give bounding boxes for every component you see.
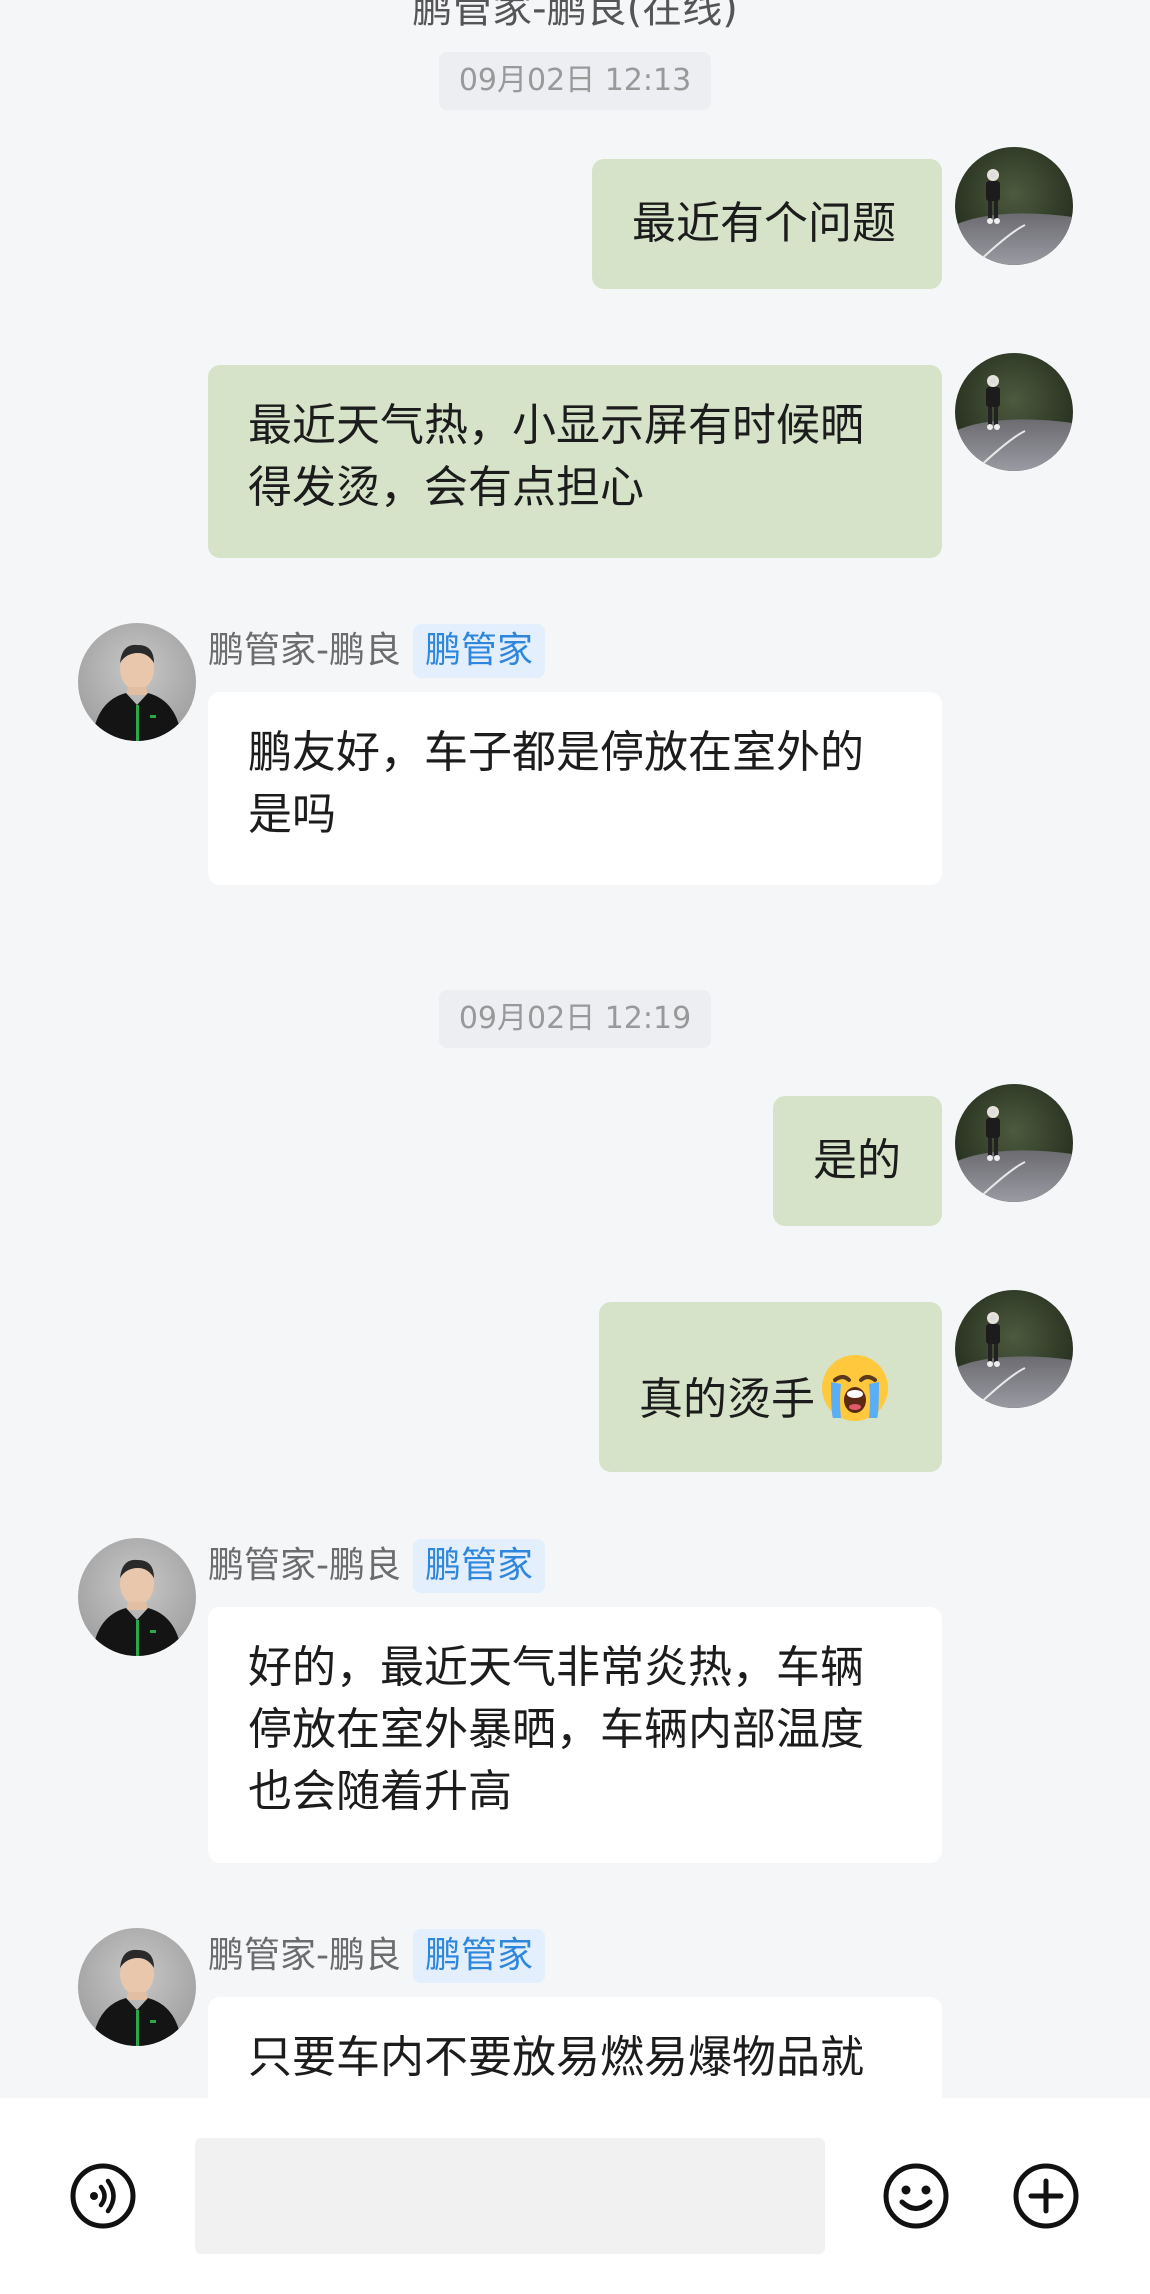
my-avatar[interactable] — [955, 1084, 1073, 1202]
agent-message-bubble[interactable]: 鹏友好，车子都是停放在室外的是吗 — [208, 692, 942, 885]
loudly-crying-face-icon — [822, 1355, 888, 1421]
timestamp: 09月02日 12:19 — [0, 990, 1150, 1048]
agent-message-bubble[interactable]: 好的，最近天气非常炎热，车辆停放在室外暴晒，车辆内部温度也会随着升高 — [208, 1607, 942, 1863]
my-message-bubble[interactable]: 真的烫手 — [599, 1302, 942, 1472]
plus-icon[interactable] — [1011, 2161, 1081, 2231]
agent-avatar[interactable] — [78, 1538, 196, 1656]
agent-tag-badge: 鹏管家 — [413, 624, 546, 678]
agent-message-bubble[interactable]: 只要车内不要放易燃易爆物品就 — [208, 1997, 942, 2098]
my-message-bubble[interactable]: 最近有个问题 — [592, 159, 942, 289]
sender-name: 鹏管家-鹏良 鹏管家 — [208, 624, 546, 678]
sender-name: 鹏管家-鹏良 鹏管家 — [208, 1539, 546, 1593]
agent-tag-badge: 鹏管家 — [413, 1539, 546, 1593]
emoji-icon[interactable] — [881, 2161, 951, 2231]
sender-name: 鹏管家-鹏良 鹏管家 — [208, 1929, 546, 1983]
input-bar — [0, 2098, 1150, 2294]
voice-icon[interactable] — [68, 2161, 138, 2231]
my-avatar[interactable] — [955, 1290, 1073, 1408]
my-avatar[interactable] — [955, 147, 1073, 265]
chat-history[interactable]: 鹏管家-鹏良(在线) 09月02日 12:13 最近有个问题 最近天气热，小显示… — [0, 0, 1150, 2098]
message-input[interactable] — [195, 2138, 825, 2254]
my-message-bubble[interactable]: 最近天气热，小显示屏有时候晒得发烫，会有点担心 — [208, 365, 942, 558]
timestamp: 09月02日 12:13 — [0, 52, 1150, 110]
agent-avatar[interactable] — [78, 1928, 196, 2046]
chat-title: 鹏管家-鹏良(在线) — [412, 0, 738, 32]
agent-tag-badge: 鹏管家 — [413, 1929, 546, 1983]
my-avatar[interactable] — [955, 353, 1073, 471]
my-message-bubble[interactable]: 是的 — [773, 1096, 942, 1226]
agent-avatar[interactable] — [78, 623, 196, 741]
